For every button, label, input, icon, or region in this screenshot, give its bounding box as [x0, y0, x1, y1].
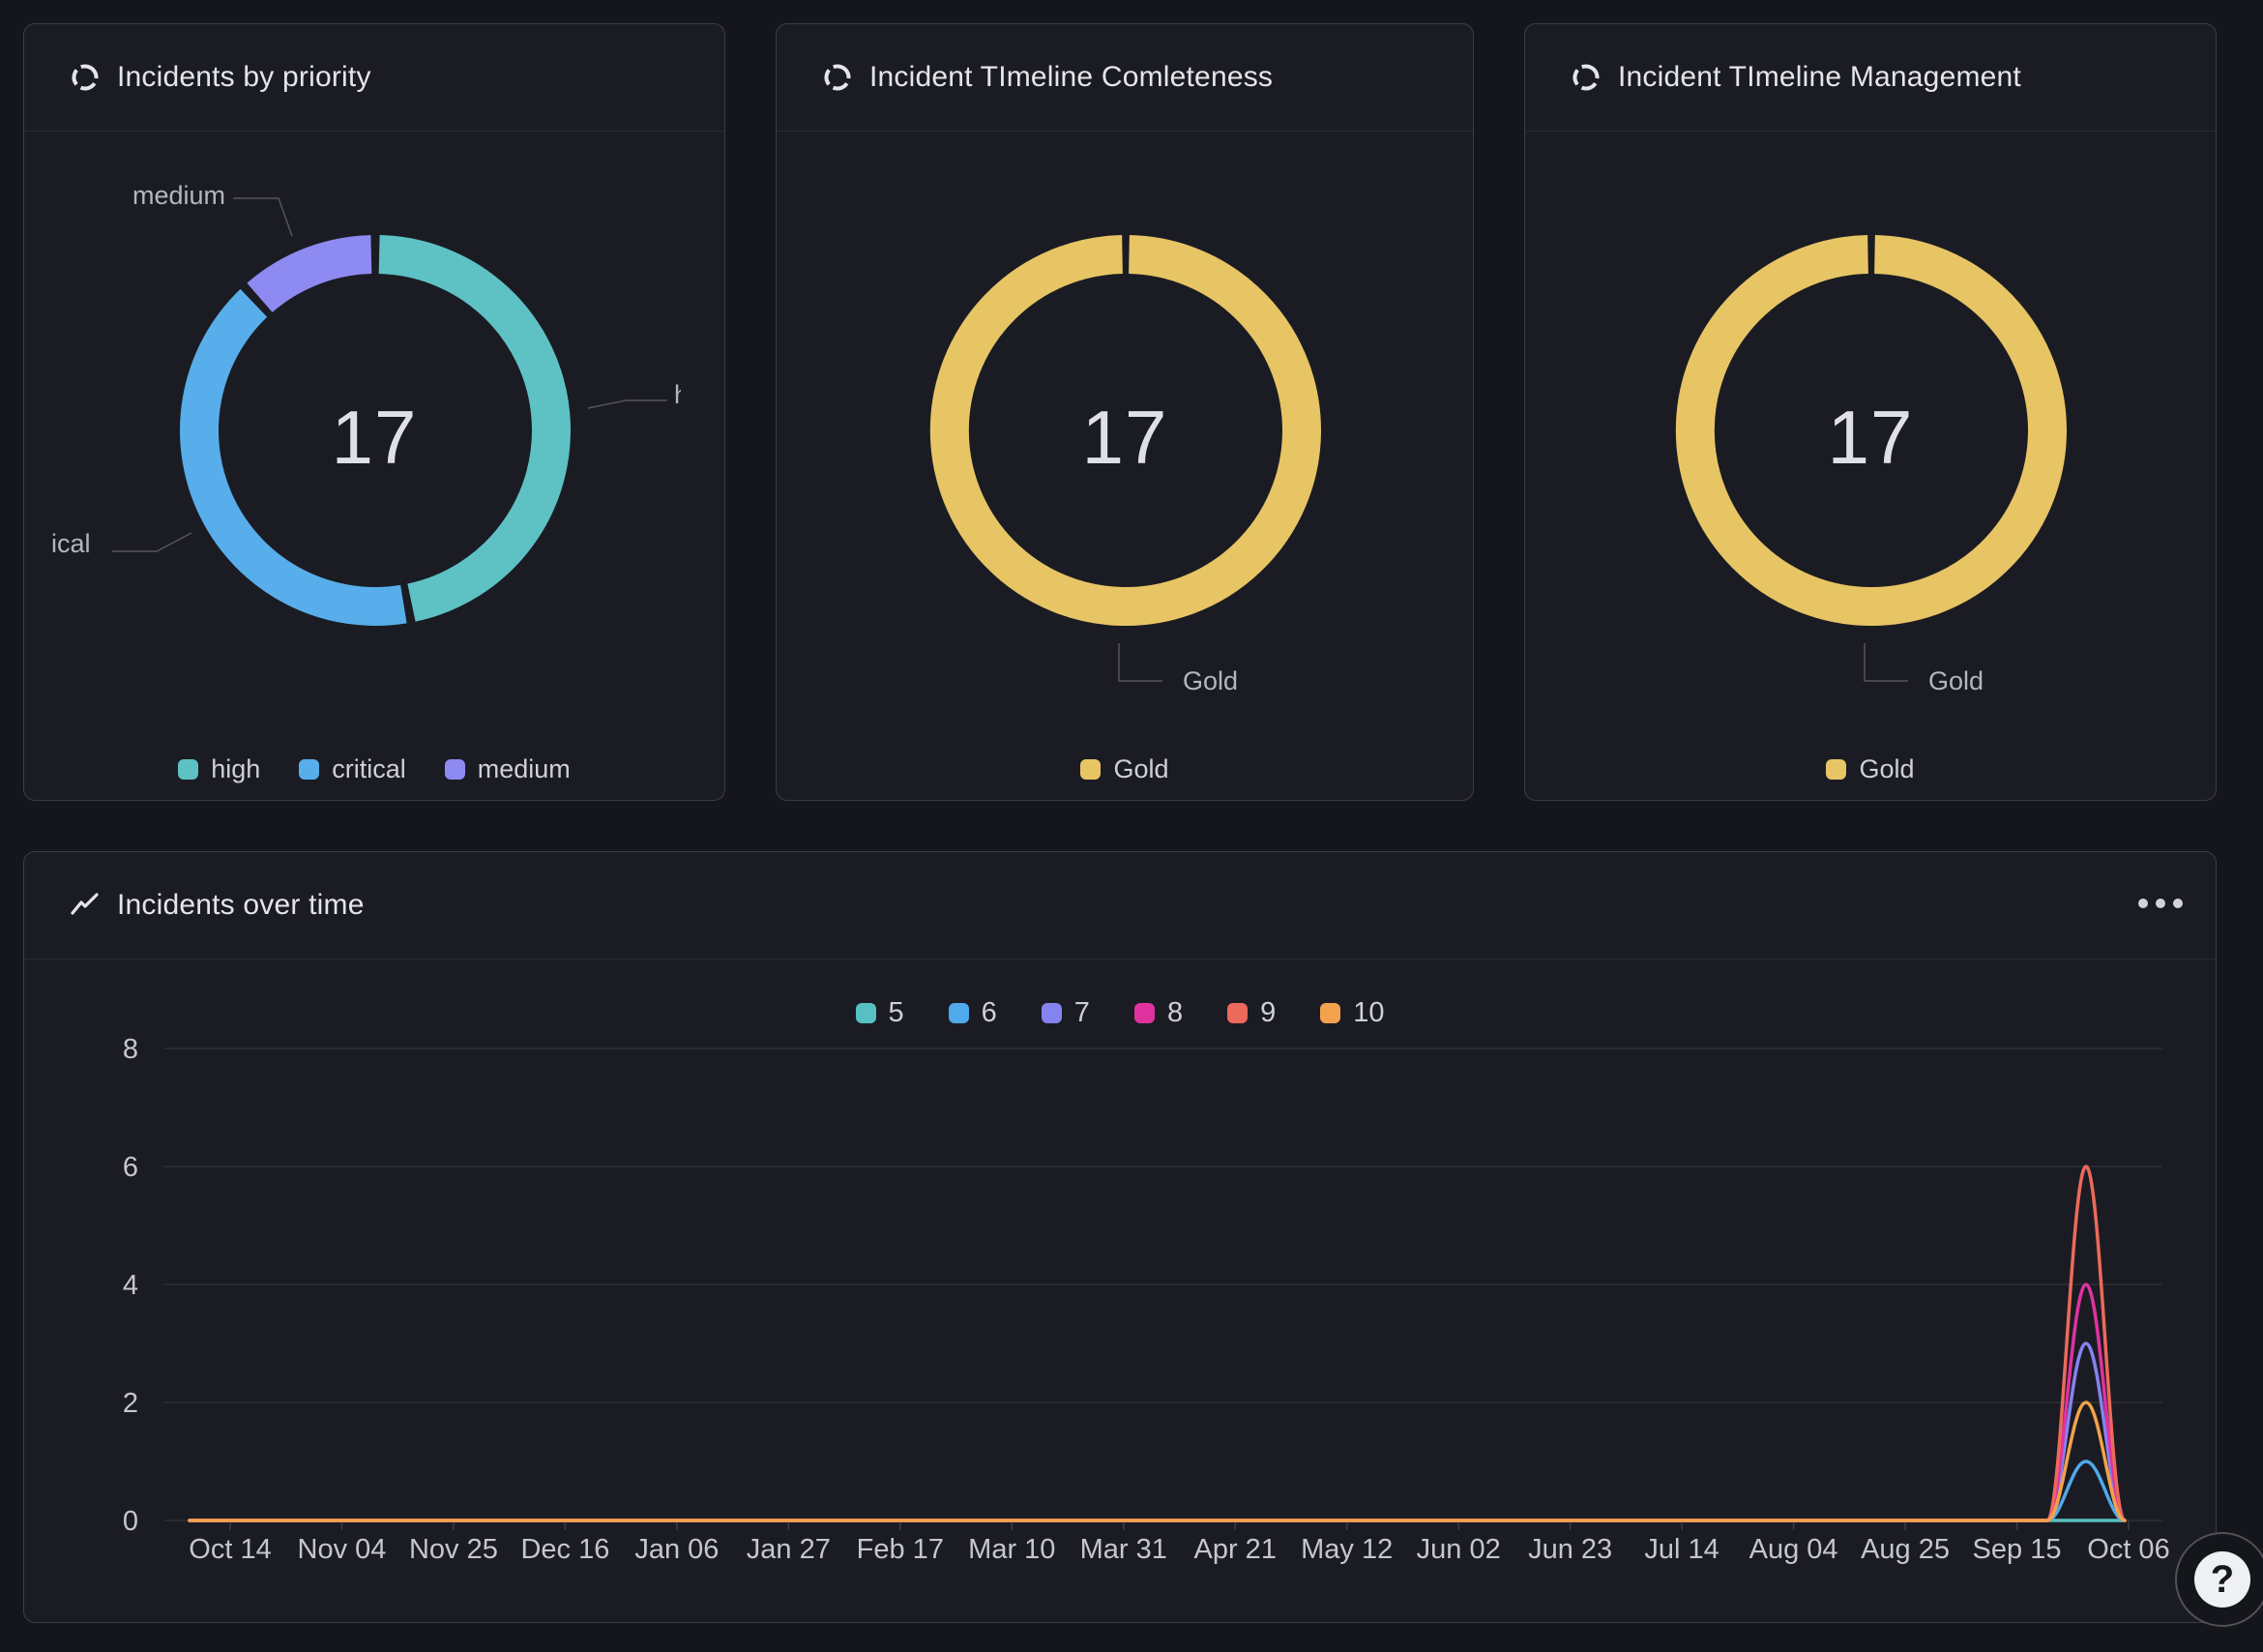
- legend-swatch: [1080, 759, 1101, 780]
- x-axis-label: Oct 14: [189, 1534, 271, 1565]
- x-axis-label: Mar 31: [1080, 1534, 1167, 1565]
- legend-item-7[interactable]: 7: [1042, 997, 1090, 1029]
- legend-label: Gold: [1113, 754, 1168, 784]
- y-axis-label: 4: [123, 1270, 138, 1301]
- x-axis-label: Jan 27: [747, 1534, 831, 1565]
- legend-swatch: [299, 759, 319, 780]
- legend-label: critical: [332, 754, 406, 784]
- legend-item-medium[interactable]: medium: [445, 754, 571, 784]
- series-line-9: [190, 1166, 2125, 1520]
- y-axis-label: 2: [123, 1388, 138, 1419]
- x-axis-label: Aug 25: [1861, 1534, 1950, 1565]
- legend-item-9[interactable]: 9: [1227, 997, 1276, 1029]
- legend-swatch: [1320, 1003, 1340, 1023]
- callout-label-medium: medium: [132, 181, 225, 211]
- x-axis-label: Apr 21: [1194, 1534, 1277, 1565]
- ellipsis-icon: [2173, 899, 2183, 908]
- chart-legend: high critical medium: [24, 754, 724, 784]
- chart-legend: Gold: [1525, 754, 2216, 784]
- legend-item-8[interactable]: 8: [1134, 997, 1183, 1029]
- incidents-time-series-chart: 0 2 4 6 8 Oct 14 Nov 04 Nov 25 Dec 16 Jan 06 Jan 2…: [24, 852, 2218, 1624]
- legend-label: 5: [889, 997, 904, 1029]
- x-axis-label: Dec 16: [520, 1534, 609, 1565]
- legend-label: 8: [1167, 997, 1183, 1029]
- x-axis-label: Jun 23: [1528, 1534, 1612, 1565]
- legend-swatch: [178, 759, 198, 780]
- legend-swatch: [856, 1003, 876, 1023]
- panel-incidents-by-priority: Incidents by priority medium ical high 1…: [23, 23, 725, 801]
- callout-connector: [233, 198, 292, 236]
- panel-incident-timeline-management: Incident TImeline Management Gold 17 Gol…: [1524, 23, 2217, 801]
- panel-title: Incidents over time: [117, 889, 365, 922]
- dashboard: Incidents by priority medium ical high 1…: [0, 0, 2263, 1652]
- help-button[interactable]: ?: [2175, 1532, 2263, 1627]
- legend-label: 6: [982, 997, 997, 1029]
- series-line-10: [190, 1402, 2125, 1520]
- callout-label-critical-clipped: ical: [51, 529, 91, 559]
- legend-swatch: [1042, 1003, 1062, 1023]
- callout-label-gold: Gold: [1183, 666, 1238, 696]
- y-axis-label: 0: [123, 1506, 138, 1537]
- x-axis-label: Jan 06: [634, 1534, 719, 1565]
- x-axis-label: Jul 14: [1644, 1534, 1719, 1565]
- panel-incidents-over-time: Incidents over time 5 6 7 8 9 10 0 2 4 6 8 Oct 14 N…: [23, 851, 2217, 1623]
- donut-segment-medium: [259, 254, 370, 298]
- ellipsis-icon: [2156, 899, 2165, 908]
- x-axis-label: Mar 10: [968, 1534, 1055, 1565]
- donut-center-value: 17: [777, 394, 1473, 482]
- legend-swatch: [1134, 1003, 1155, 1023]
- legend-label: 9: [1260, 997, 1276, 1029]
- x-axis-label: May 12: [1301, 1534, 1393, 1565]
- callout-label-gold: Gold: [1928, 666, 1984, 696]
- legend-item-critical[interactable]: critical: [299, 754, 406, 784]
- x-axis-label: Aug 04: [1749, 1534, 1838, 1565]
- donut-center-value: 17: [1525, 394, 2216, 482]
- legend-swatch: [1826, 759, 1846, 780]
- legend-label: high: [211, 754, 260, 784]
- ellipsis-icon: [2138, 899, 2148, 908]
- legend-label: medium: [478, 754, 571, 784]
- legend-item-5[interactable]: 5: [856, 997, 904, 1029]
- series-line-6: [190, 1461, 2125, 1520]
- legend-swatch: [1227, 1003, 1248, 1023]
- legend-label: 7: [1074, 997, 1090, 1029]
- x-axis-label: Feb 17: [857, 1534, 944, 1565]
- callout-connector: [112, 533, 191, 551]
- y-axis-label: 6: [123, 1152, 138, 1183]
- panel-incident-timeline-completeness: Incident TImeline Comleteness Gold 17 Go…: [776, 23, 1474, 801]
- series-line-8: [190, 1284, 2125, 1520]
- x-axis-label: Jun 02: [1417, 1534, 1501, 1565]
- panel-header: Incidents over time: [24, 852, 2216, 959]
- y-axis-label: 8: [123, 1034, 138, 1065]
- x-axis-label: Sep 15: [1973, 1534, 2062, 1565]
- legend-item-high[interactable]: high: [178, 754, 260, 784]
- legend-swatch: [445, 759, 465, 780]
- legend-label: Gold: [1859, 754, 1914, 784]
- time-series-legend: 5 6 7 8 9 10: [24, 997, 2216, 1029]
- question-mark-icon: ?: [2194, 1551, 2250, 1608]
- callout-connector: [1865, 643, 1908, 681]
- x-axis-label: Nov 25: [409, 1534, 498, 1565]
- ellipsis-menu-button[interactable]: [2134, 895, 2187, 912]
- x-axis-label: Nov 04: [298, 1534, 387, 1565]
- donut-center-value: 17: [24, 394, 724, 482]
- x-axis-label: Oct 06: [2087, 1534, 2169, 1565]
- line-chart-icon: [70, 890, 101, 921]
- series-line-7: [190, 1343, 2125, 1520]
- legend-item-Gold[interactable]: Gold: [1080, 754, 1168, 784]
- callout-connector: [1119, 643, 1162, 681]
- legend-item-Gold[interactable]: Gold: [1826, 754, 1914, 784]
- legend-label: 10: [1353, 997, 1384, 1029]
- legend-swatch: [949, 1003, 969, 1023]
- legend-item-6[interactable]: 6: [949, 997, 997, 1029]
- chart-legend: Gold: [777, 754, 1473, 784]
- legend-item-10[interactable]: 10: [1320, 997, 1384, 1029]
